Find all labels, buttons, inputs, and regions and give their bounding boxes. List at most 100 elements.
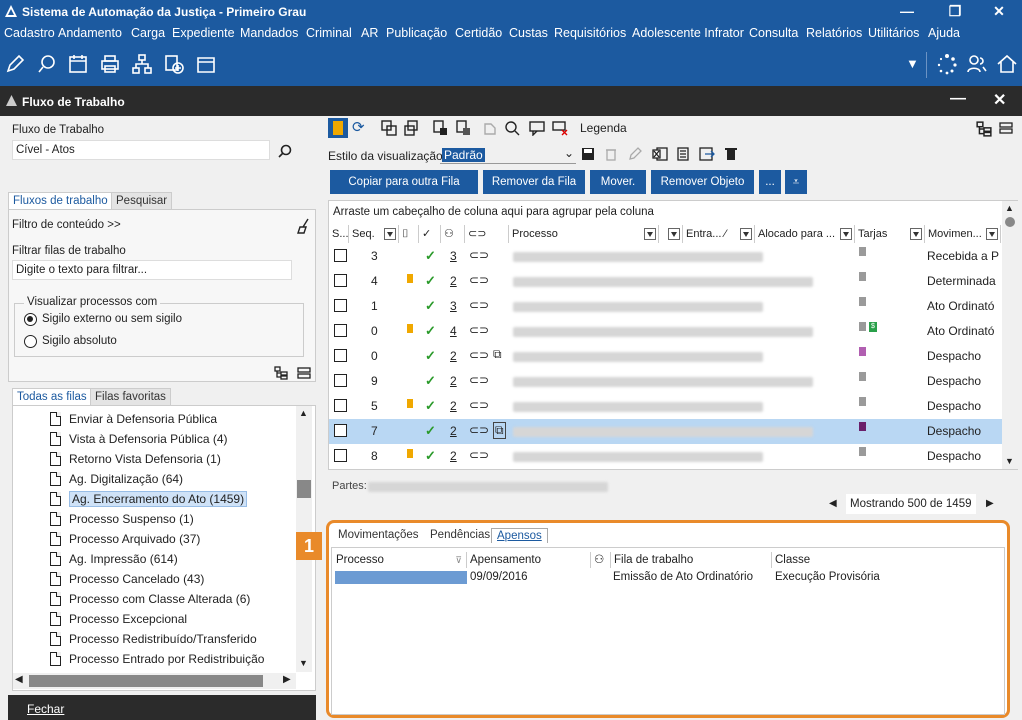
row-checkbox[interactable] <box>334 299 347 312</box>
print-icon[interactable] <box>99 53 121 75</box>
mover-button[interactable]: Mover. <box>590 170 646 194</box>
table-row[interactable]: 3 ✓ 3 ⊂⊃ Recebida a P <box>329 244 1005 269</box>
copy-document-icon[interactable]: ⧉ <box>493 422 506 439</box>
tab-fluxos-de-trabalho[interactable]: Fluxos de trabalho <box>8 192 113 209</box>
link-count-cell[interactable]: 2 <box>450 374 457 388</box>
apensos-processo-selected-redacted[interactable] <box>335 571 467 584</box>
tab-apensos[interactable]: Apensos <box>491 528 548 543</box>
menu-certidao[interactable]: Certidão <box>455 26 502 40</box>
scroll-up-icon[interactable]: ▲ <box>1005 203 1014 213</box>
link-count-cell[interactable]: 2 <box>450 449 457 463</box>
menu-custas[interactable]: Custas <box>509 26 548 40</box>
col-header-people[interactable]: ⚇ <box>441 225 465 243</box>
col-header-c[interactable] <box>659 225 683 243</box>
col-header-processo[interactable]: Processo <box>509 225 659 243</box>
menu-expediente[interactable]: Expediente <box>172 26 235 40</box>
panel-close-icon[interactable]: ✕ <box>993 90 1006 110</box>
link-count-cell[interactable]: 3 <box>450 249 457 263</box>
zoom-person-icon[interactable] <box>504 120 520 136</box>
grid-vscrollbar[interactable]: ▲ ▼ <box>1002 201 1018 469</box>
queue-item[interactable]: Ag. Digitalização (64) <box>50 469 183 489</box>
row-checkbox[interactable] <box>334 449 347 462</box>
scroll-thumb[interactable] <box>297 480 311 498</box>
tree-hscrollbar[interactable]: ◀ ▶ <box>13 673 296 689</box>
filtrar-input[interactable]: Digite o texto para filtrar... <box>12 260 292 280</box>
menu-andamento[interactable]: Andamento <box>58 26 122 40</box>
scroll-thumb[interactable] <box>1005 217 1015 227</box>
home-icon[interactable] <box>996 53 1018 75</box>
queue-item[interactable]: Processo Cancelado (43) <box>50 569 204 589</box>
broom-icon[interactable] <box>296 218 310 234</box>
filter-dropdown-icon[interactable] <box>384 228 396 240</box>
tab-movimentacoes[interactable]: Movimentações <box>333 528 424 542</box>
legenda-button[interactable]: Legenda <box>580 121 627 135</box>
link-count-cell[interactable]: 2 <box>450 274 457 288</box>
queue-item[interactable]: Processo Excepcional <box>50 609 187 629</box>
col-header-link[interactable]: ⊂⊃ <box>465 225 509 243</box>
hscroll-thumb[interactable] <box>29 675 263 687</box>
queue-item[interactable]: Processo Redistribuído/Transferido <box>50 629 257 649</box>
filter-dropdown-icon[interactable] <box>668 228 680 240</box>
fechar-button[interactable]: Fechar <box>8 695 316 720</box>
edit-icon[interactable] <box>4 53 26 75</box>
col-header-tarjas[interactable]: Tarjas <box>855 225 925 243</box>
lock-document-icon[interactable] <box>432 120 448 136</box>
trash-icon[interactable] <box>724 147 738 161</box>
menu-cadastro[interactable]: Cadastro <box>4 26 55 40</box>
estilo-select[interactable]: Padrão ⌄ <box>440 146 576 164</box>
filter-dropdown-icon[interactable] <box>910 228 922 240</box>
folder-icon[interactable] <box>195 53 217 75</box>
remover-da-fila-button[interactable]: Remover da Fila <box>483 170 585 194</box>
comment-icon[interactable] <box>529 120 545 136</box>
next-page-icon[interactable]: ▶ <box>986 498 994 509</box>
table-row[interactable]: 0 ✓ 2 ⊂⊃ ⧉ Despacho <box>329 344 1005 369</box>
filter-dropdown-icon[interactable] <box>986 228 998 240</box>
col-header-people[interactable]: ⚇ <box>591 552 611 568</box>
link-count-cell[interactable]: 2 <box>450 424 457 438</box>
row-checkbox[interactable] <box>334 274 347 287</box>
menu-mandados[interactable]: Mandados <box>240 26 298 40</box>
col-header-classe[interactable]: Classe <box>772 552 1005 568</box>
col-header-entrada[interactable]: Entra... ⁄ <box>683 225 755 243</box>
group-collapse-icon[interactable] <box>999 122 1013 134</box>
copy-icon[interactable] <box>381 120 397 136</box>
prev-page-icon[interactable]: ◀ <box>829 498 837 509</box>
row-checkbox[interactable] <box>334 249 347 262</box>
users-icon[interactable] <box>966 53 988 75</box>
queue-item[interactable]: Retorno Vista Defensoria (1) <box>50 449 221 469</box>
filtro-conteudo-link[interactable]: Filtro de conteúdo >> <box>12 219 121 231</box>
table-row[interactable]: 9 ✓ 2 ⊂⊃ Despacho <box>329 369 1005 394</box>
export-icon[interactable] <box>699 147 715 161</box>
toolbar-dropdown-icon[interactable]: ▼ <box>906 56 919 71</box>
org-chart-icon[interactable] <box>131 53 153 75</box>
queue-item[interactable]: Vista à Defensoria Pública (4) <box>50 429 228 449</box>
menu-relatorios[interactable]: Relatórios <box>806 26 862 40</box>
excel-export-icon[interactable] <box>652 147 668 161</box>
queue-item[interactable]: Processo Entrado por Redistribuição <box>50 649 264 669</box>
close-window-icon[interactable]: ✕ <box>976 0 1022 24</box>
row-checkbox[interactable] <box>334 374 347 387</box>
scroll-down-icon[interactable]: ▼ <box>1005 456 1014 466</box>
col-header-alocado[interactable]: Alocado para ... <box>755 225 855 243</box>
link-count-cell[interactable]: 3 <box>450 299 457 313</box>
filter-dropdown-icon[interactable] <box>740 228 752 240</box>
column-chooser-icon[interactable]: ⩡ <box>785 170 807 194</box>
scroll-right-icon[interactable]: ▶ <box>283 674 291 685</box>
queue-item[interactable]: Processo Arquivado (37) <box>50 529 200 549</box>
panel-minimize-icon[interactable]: — <box>950 90 966 108</box>
more-button[interactable]: ... <box>759 170 781 194</box>
table-row[interactable]: 1 ✓ 3 ⊂⊃ Ato Ordinató <box>329 294 1005 319</box>
table-row[interactable]: 4 ✓ 2 ⊂⊃ Determinada <box>329 269 1005 294</box>
radio-sigilo-absoluto[interactable] <box>24 335 37 348</box>
link-count-cell[interactable]: 2 <box>450 349 457 363</box>
menu-publicacao[interactable]: Publicação <box>386 26 447 40</box>
row-checkbox[interactable] <box>334 424 347 437</box>
queue-item-selected[interactable]: Ag. Encerramento do Ato (1459) <box>50 489 248 509</box>
copy-document-icon[interactable]: ⧉ <box>493 347 502 362</box>
col-header-bookmark[interactable]: ⌷ <box>399 225 419 243</box>
queue-item[interactable]: Enviar à Defensoria Pública <box>50 409 217 429</box>
duplicate-icon[interactable] <box>404 120 420 136</box>
col-header-movimento[interactable]: Movimen... <box>925 225 1001 243</box>
tab-pesquisar[interactable]: Pesquisar <box>111 192 173 210</box>
menu-ar[interactable]: AR <box>361 26 378 40</box>
